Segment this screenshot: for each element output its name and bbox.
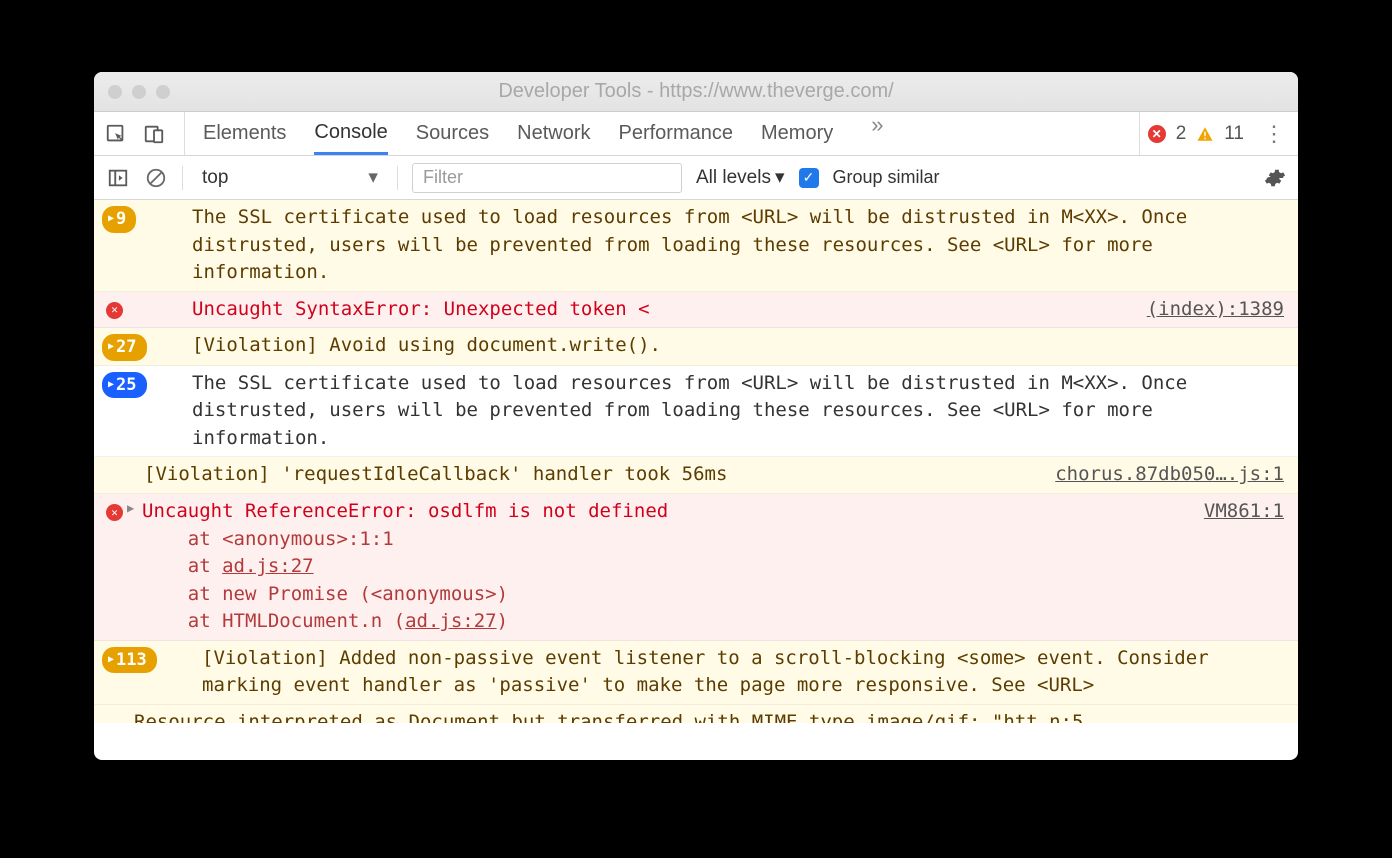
error-icon: ✕: [106, 504, 123, 521]
error-count: 2: [1176, 123, 1187, 145]
repeat-badge[interactable]: ▶25: [102, 372, 147, 399]
chevron-down-icon: ▾: [775, 166, 785, 189]
console-message[interactable]: ▶25 The SSL certificate used to load res…: [94, 366, 1298, 458]
tab-network[interactable]: Network: [517, 112, 590, 155]
warning-icon: [1196, 125, 1214, 143]
devtools-window: Developer Tools - https://www.theverge.c…: [94, 72, 1298, 760]
titlebar: Developer Tools - https://www.theverge.c…: [94, 72, 1298, 112]
repeat-badge[interactable]: ▶9: [102, 206, 136, 233]
traffic-lights: [108, 85, 170, 99]
message-text: Uncaught SyntaxError: Unexpected token <: [192, 296, 1129, 324]
minimize-dot[interactable]: [132, 85, 146, 99]
settings-menu-icon[interactable]: ⋮: [1260, 121, 1288, 147]
device-toggle-icon[interactable]: [142, 122, 166, 146]
message-text: [Violation] Avoid using document.write()…: [192, 332, 1284, 361]
expand-icon: ▶: [108, 653, 114, 668]
gear-icon[interactable]: [1264, 167, 1286, 189]
console-message[interactable]: [Violation] 'requestIdleCallback' handle…: [94, 457, 1298, 494]
issue-counters[interactable]: ✕ 2 11: [1139, 112, 1252, 155]
context-label: top: [202, 167, 228, 189]
panel-tab-bar: Elements Console Sources Network Perform…: [94, 112, 1298, 156]
console-toolbar: top ▾ All levels ▾ ✓ Group similar: [94, 156, 1298, 200]
error-icon: ✕: [106, 302, 123, 319]
tab-sources[interactable]: Sources: [416, 112, 489, 155]
levels-label: All levels: [696, 167, 771, 189]
console-message-cutoff: Resource interpreted as Document but tra…: [94, 705, 1298, 723]
panel-tabs: Elements Console Sources Network Perform…: [203, 112, 883, 155]
tabs-overflow-icon[interactable]: »: [871, 112, 883, 155]
repeat-badge[interactable]: ▶27: [102, 334, 147, 361]
toggle-sidebar-icon[interactable]: [106, 166, 130, 190]
expand-icon: ▶: [108, 378, 114, 393]
warning-count: 11: [1224, 123, 1244, 145]
expand-icon[interactable]: ▶: [127, 500, 134, 517]
filter-input[interactable]: [412, 163, 682, 193]
console-message[interactable]: ✕▶ Uncaught ReferenceError: osdlfm is no…: [94, 494, 1298, 641]
message-text: [Violation] 'requestIdleCallback' handle…: [144, 461, 1037, 489]
error-icon: ✕: [1148, 125, 1166, 143]
tab-memory[interactable]: Memory: [761, 112, 833, 155]
repeat-badge[interactable]: ▶113: [102, 647, 157, 674]
group-similar-label: Group similar: [833, 167, 940, 188]
console-messages[interactable]: ▶9 The SSL certificate used to load reso…: [94, 200, 1298, 760]
console-message[interactable]: ▶113 [Violation] Added non-passive event…: [94, 641, 1298, 705]
inspect-icon[interactable]: [104, 122, 128, 146]
expand-icon: ▶: [108, 340, 114, 355]
message-text: The SSL certificate used to load resourc…: [192, 370, 1284, 453]
console-message[interactable]: ✕ Uncaught SyntaxError: Unexpected token…: [94, 292, 1298, 329]
expand-icon: ▶: [108, 212, 114, 227]
group-similar-checkbox[interactable]: ✓: [799, 168, 819, 188]
context-selector[interactable]: top ▾: [197, 165, 383, 190]
tab-console[interactable]: Console: [314, 112, 387, 155]
stack-link[interactable]: ad.js:27: [222, 555, 314, 577]
stack-link[interactable]: ad.js:27: [405, 610, 497, 632]
source-link[interactable]: (index):1389: [1147, 296, 1284, 324]
console-message[interactable]: ▶27 [Violation] Avoid using document.wri…: [94, 328, 1298, 366]
message-text: [Violation] Added non-passive event list…: [202, 645, 1284, 700]
console-message[interactable]: ▶9 The SSL certificate used to load reso…: [94, 200, 1298, 292]
clear-console-icon[interactable]: [144, 166, 168, 190]
message-text: The SSL certificate used to load resourc…: [192, 204, 1284, 287]
message-text: Uncaught ReferenceError: osdlfm is not d…: [142, 498, 1186, 636]
tab-performance[interactable]: Performance: [619, 112, 734, 155]
close-dot[interactable]: [108, 85, 122, 99]
chevron-down-icon: ▾: [368, 166, 378, 189]
log-levels-selector[interactable]: All levels ▾: [696, 166, 785, 189]
tab-elements[interactable]: Elements: [203, 112, 286, 155]
zoom-dot[interactable]: [156, 85, 170, 99]
window-title: Developer Tools - https://www.theverge.c…: [94, 80, 1298, 103]
source-link[interactable]: chorus.87db050….js:1: [1055, 461, 1284, 489]
source-link[interactable]: VM861:1: [1204, 498, 1284, 636]
